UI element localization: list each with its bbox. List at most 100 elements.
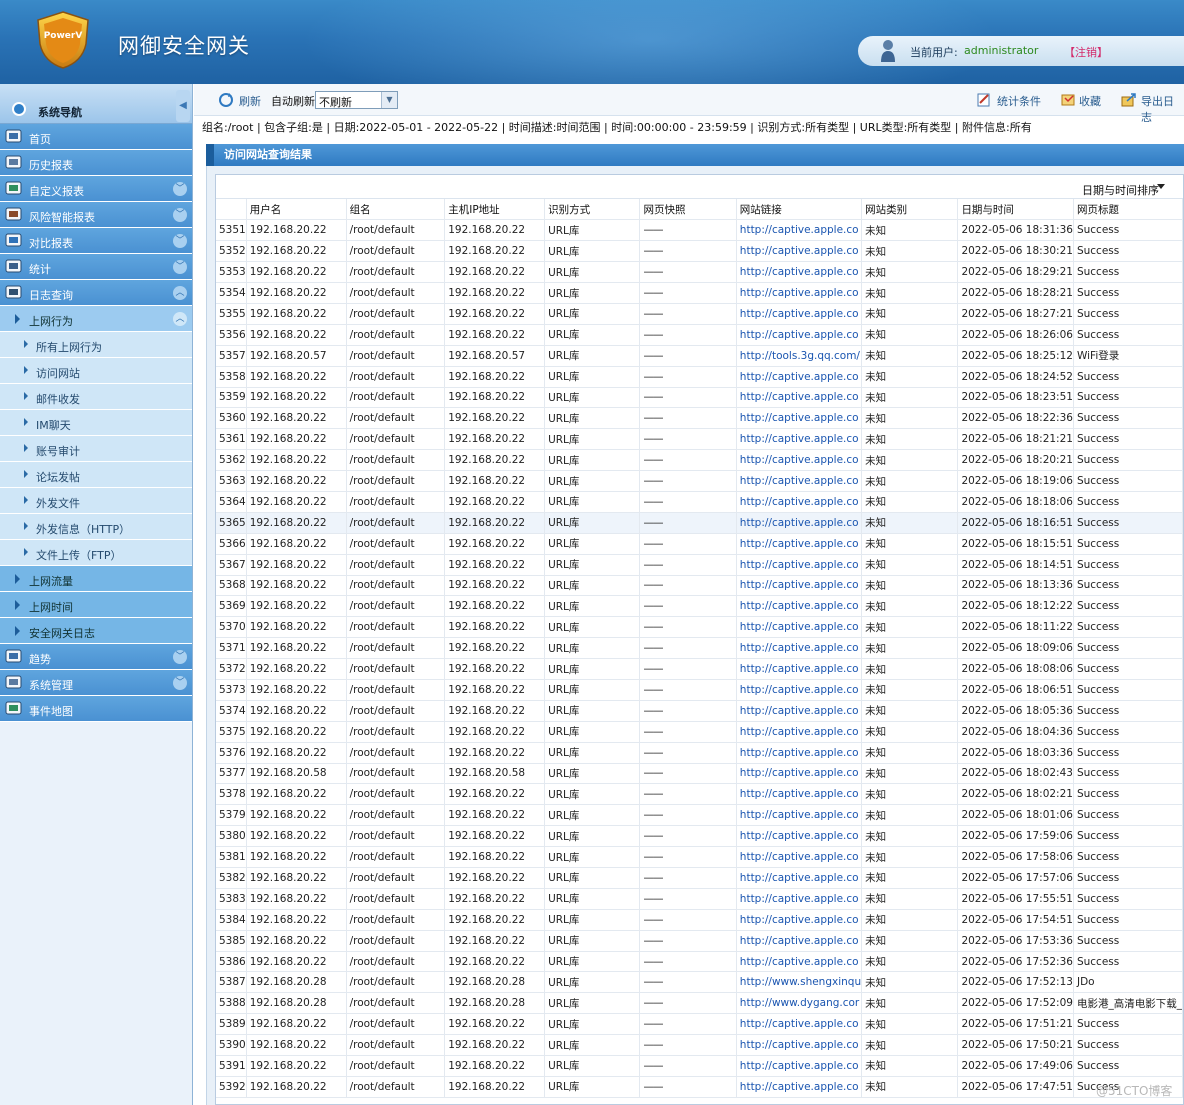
sidebar-item-1[interactable]: 历史报表: [0, 150, 192, 176]
table-row[interactable]: 5365 192.168.20.22/root/default 192.168.20…: [216, 512, 1183, 534]
site-link[interactable]: http://captive.apple.co: [736, 428, 863, 451]
site-link[interactable]: http://captive.apple.co: [736, 366, 863, 388]
site-link[interactable]: http://tools.3g.qq.com/: [736, 345, 863, 367]
sidebar-item-b2[interactable]: 事件地图: [0, 696, 192, 722]
site-link[interactable]: http://captive.apple.co: [736, 533, 863, 555]
site-link[interactable]: http://captive.apple.co: [736, 261, 863, 284]
column-header[interactable]: 识别方式: [544, 199, 641, 221]
table-row[interactable]: 5391 192.168.20.22/root/default 192.168.20…: [216, 1055, 1183, 1077]
favorite-button[interactable]: 收藏: [1079, 93, 1101, 109]
table-row[interactable]: 5389 192.168.20.22/root/default 192.168.20…: [216, 1013, 1183, 1036]
table-row[interactable]: 5379 192.168.20.22/root/default 192.168.20…: [216, 804, 1183, 827]
site-link[interactable]: http://captive.apple.co: [736, 804, 863, 827]
table-row[interactable]: 5371 192.168.20.22/root/default 192.168.20…: [216, 637, 1183, 660]
site-link[interactable]: http://captive.apple.co: [736, 512, 863, 534]
table-row[interactable]: 5378 192.168.20.22/root/default 192.168.20…: [216, 783, 1183, 806]
table-row[interactable]: 5357 192.168.20.57/root/default 192.168.20…: [216, 345, 1183, 367]
stats-condition-icon[interactable]: [976, 92, 992, 108]
sidebar-item-4[interactable]: 对比报表 ﹀: [0, 228, 192, 254]
table-row[interactable]: 5392 192.168.20.22/root/default 192.168.20…: [216, 1076, 1183, 1098]
column-header[interactable]: 网站链接: [736, 199, 863, 221]
table-row[interactable]: 5361 192.168.20.22/root/default 192.168.20…: [216, 428, 1183, 451]
table-row[interactable]: 5375 192.168.20.22/root/default 192.168.20…: [216, 721, 1183, 743]
site-link[interactable]: http://captive.apple.co: [736, 637, 863, 660]
sidebar-leaf-7[interactable]: 外发信息（HTTP）: [0, 514, 192, 540]
site-link[interactable]: http://captive.apple.co: [736, 1055, 863, 1077]
table-row[interactable]: 5369 192.168.20.22/root/default 192.168.20…: [216, 595, 1183, 618]
sidebar-item-5[interactable]: 统计 ﹀: [0, 254, 192, 280]
sidebar-sub-1[interactable]: 上网时间: [0, 592, 192, 618]
sidebar-item-b1[interactable]: 系统管理 ﹀: [0, 670, 192, 696]
refresh-icon[interactable]: [218, 92, 234, 108]
chevron-down-icon[interactable]: ﹀: [173, 234, 187, 248]
sidebar-collapse-button[interactable]: ◀: [176, 90, 190, 122]
site-link[interactable]: http://captive.apple.co: [736, 909, 863, 931]
sidebar-leaf-0[interactable]: 所有上网行为: [0, 332, 192, 358]
site-link[interactable]: http://captive.apple.co: [736, 1076, 863, 1098]
table-row[interactable]: 5387 192.168.20.28/root/default 192.168.20…: [216, 971, 1183, 994]
table-row[interactable]: 5372 192.168.20.22/root/default 192.168.20…: [216, 658, 1183, 680]
table-row[interactable]: 5351 192.168.20.22/root/default 192.168.20…: [216, 219, 1183, 242]
sidebar-item-2[interactable]: 自定义报表 ﹀: [0, 176, 192, 202]
sidebar-item-b0[interactable]: 趋势 ﹀: [0, 644, 192, 670]
site-link[interactable]: http://captive.apple.co: [736, 324, 863, 346]
column-header[interactable]: 主机IP地址: [444, 199, 546, 221]
sidebar-item-6[interactable]: 日志查询 ︿: [0, 280, 192, 306]
refresh-button[interactable]: 刷新: [239, 93, 261, 109]
table-row[interactable]: 5386 192.168.20.22/root/default 192.168.20…: [216, 951, 1183, 973]
table-row[interactable]: 5381 192.168.20.22/root/default 192.168.20…: [216, 846, 1183, 868]
column-header[interactable]: 日期与时间: [957, 199, 1074, 221]
table-row[interactable]: 5390 192.168.20.22/root/default 192.168.20…: [216, 1034, 1183, 1057]
chevron-down-icon[interactable]: ﹀: [173, 676, 187, 690]
site-link[interactable]: http://captive.apple.co: [736, 930, 863, 952]
site-link[interactable]: http://captive.apple.co: [736, 825, 863, 848]
sidebar-sub-2[interactable]: 安全网关日志: [0, 618, 192, 644]
chevron-up-icon[interactable]: ︿: [173, 312, 187, 326]
column-header[interactable]: [216, 199, 247, 221]
site-link[interactable]: http://captive.apple.co: [736, 1034, 863, 1057]
sort-dropdown-arrow-icon[interactable]: [1157, 184, 1165, 189]
table-row[interactable]: 5373 192.168.20.22/root/default 192.168.20…: [216, 679, 1183, 701]
site-link[interactable]: http://captive.apple.co: [736, 470, 863, 492]
site-link[interactable]: http://captive.apple.co: [736, 846, 863, 868]
table-row[interactable]: 5366 192.168.20.22/root/default 192.168.20…: [216, 533, 1183, 555]
sidebar-leaf-2[interactable]: 邮件收发: [0, 384, 192, 410]
site-link[interactable]: http://captive.apple.co: [736, 888, 863, 910]
site-link[interactable]: http://captive.apple.co: [736, 387, 863, 409]
site-link[interactable]: http://captive.apple.co: [736, 763, 863, 785]
site-link[interactable]: http://captive.apple.co: [736, 554, 863, 576]
table-row[interactable]: 5385 192.168.20.22/root/default 192.168.20…: [216, 930, 1183, 952]
favorite-icon[interactable]: [1060, 92, 1076, 108]
chevron-down-icon[interactable]: ﹀: [173, 208, 187, 222]
sidebar-leaf-1[interactable]: 访问网站: [0, 358, 192, 384]
site-link[interactable]: http://captive.apple.co: [736, 951, 863, 973]
table-row[interactable]: 5368 192.168.20.22/root/default 192.168.20…: [216, 575, 1183, 597]
chevron-up-icon[interactable]: ︿: [173, 286, 187, 300]
table-row[interactable]: 5359 192.168.20.22/root/default 192.168.20…: [216, 387, 1183, 409]
table-row[interactable]: 5376 192.168.20.22/root/default 192.168.20…: [216, 742, 1183, 764]
site-link[interactable]: http://captive.apple.co: [736, 595, 863, 618]
table-row[interactable]: 5374 192.168.20.22/root/default 192.168.20…: [216, 700, 1183, 722]
site-link[interactable]: http://captive.apple.co: [736, 240, 863, 263]
auto-refresh-select[interactable]: 不刷新 ▼: [315, 91, 398, 109]
sort-dropdown[interactable]: 日期与时间排序: [1082, 182, 1159, 198]
site-link[interactable]: http://captive.apple.co: [736, 700, 863, 722]
column-header[interactable]: 组名: [346, 199, 446, 221]
chevron-down-icon[interactable]: ﹀: [173, 182, 187, 196]
table-row[interactable]: 5353 192.168.20.22/root/default 192.168.20…: [216, 261, 1183, 284]
table-row[interactable]: 5355 192.168.20.22/root/default 192.168.20…: [216, 303, 1183, 325]
stats-condition-button[interactable]: 统计条件: [997, 93, 1041, 109]
table-row[interactable]: 5388 192.168.20.28/root/default 192.168.20…: [216, 992, 1183, 1015]
site-link[interactable]: http://captive.apple.co: [736, 867, 863, 889]
site-link[interactable]: http://captive.apple.co: [736, 721, 863, 743]
column-header[interactable]: 网站类别: [861, 199, 959, 221]
column-header[interactable]: 用户名: [246, 199, 347, 221]
table-row[interactable]: 5384 192.168.20.22/root/default 192.168.20…: [216, 909, 1183, 931]
table-row[interactable]: 5362 192.168.20.22/root/default 192.168.20…: [216, 449, 1183, 472]
export-log-icon[interactable]: [1121, 92, 1137, 108]
sidebar-leaf-8[interactable]: 文件上传（FTP）: [0, 540, 192, 566]
table-row[interactable]: 5360 192.168.20.22/root/default 192.168.20…: [216, 407, 1183, 430]
table-row[interactable]: 5380 192.168.20.22/root/default 192.168.20…: [216, 825, 1183, 848]
site-link[interactable]: http://captive.apple.co: [736, 575, 863, 597]
table-row[interactable]: 5364 192.168.20.22/root/default 192.168.20…: [216, 491, 1183, 513]
